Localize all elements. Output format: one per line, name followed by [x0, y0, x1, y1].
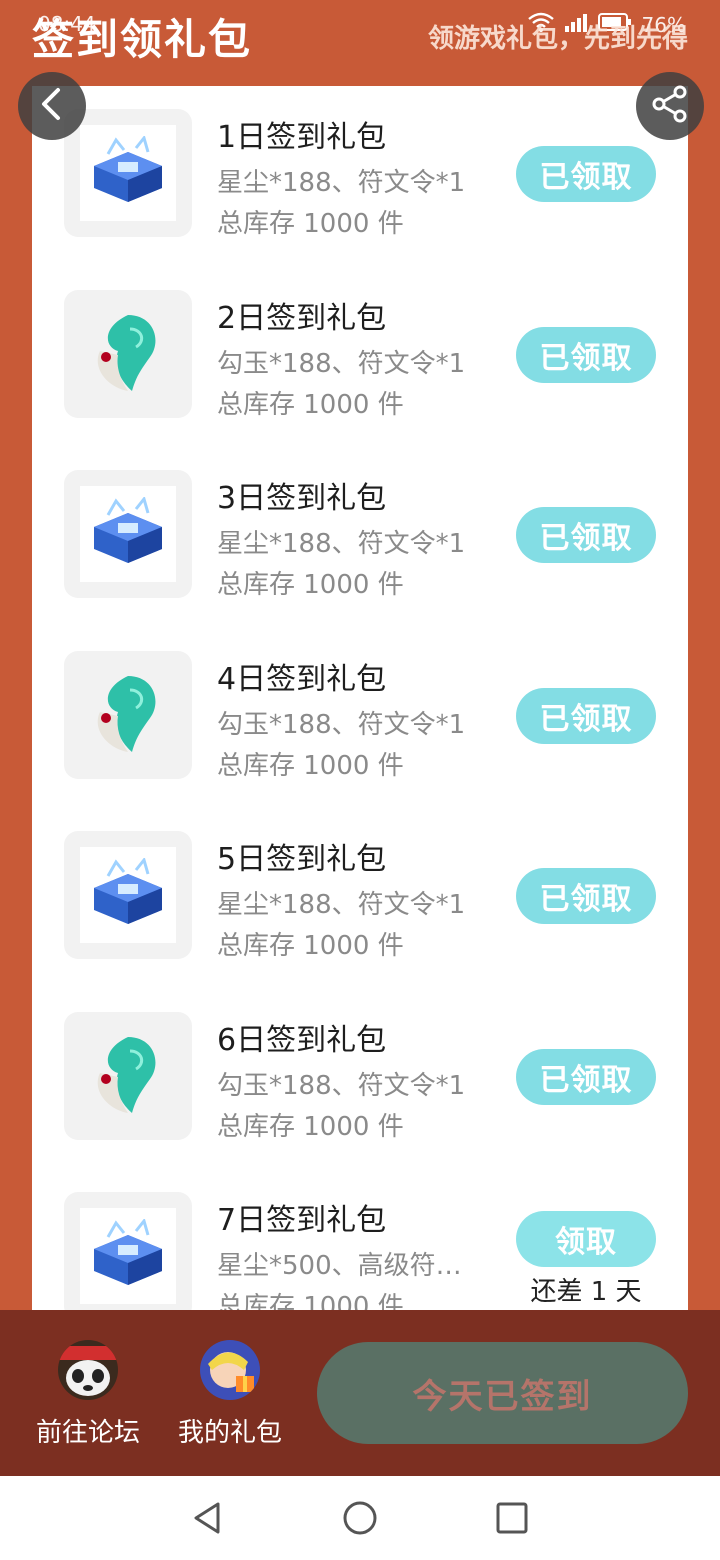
gift-item-day-4: 4日签到礼包 勾玉*188、符文令*1 总库存 1000 件 已领取 [32, 628, 688, 781]
nav-home-icon[interactable] [340, 1498, 380, 1538]
gift-stock: 总库存 1000 件 [217, 1292, 404, 1310]
gift-thumbnail [64, 1192, 192, 1310]
my-gifts-link[interactable]: 我的礼包 [170, 1340, 290, 1449]
claimed-button[interactable]: 已领取 [516, 868, 656, 924]
gift-name: 7日签到礼包 [217, 1203, 387, 1238]
gift-name: 5日签到礼包 [217, 842, 387, 877]
gift-desc: 勾玉*188、符文令*1 [217, 710, 466, 740]
gift-thumbnail [64, 109, 192, 237]
claimed-button[interactable]: 已领取 [516, 327, 656, 383]
claimed-button[interactable]: 已领取 [516, 507, 656, 563]
gift-stock: 总库存 1000 件 [217, 1112, 404, 1142]
gift-name: 4日签到礼包 [217, 662, 387, 697]
bottom-action-bar: 前往论坛 我的礼包 今天已签到 [0, 1310, 720, 1476]
back-arrow-icon [38, 87, 66, 125]
gift-stock: 总库存 1000 件 [217, 390, 404, 420]
page-subtitle: 领游戏礼包，先到先得 [427, 24, 688, 54]
claim-button[interactable]: 领取 [516, 1211, 656, 1267]
gift-thumbnail [64, 290, 192, 418]
gift-desc: 星尘*500、高级符… [217, 1251, 462, 1281]
gift-item-day-6: 6日签到礼包 勾玉*188、符文令*1 总库存 1000 件 已领取 [32, 989, 688, 1142]
back-button[interactable] [18, 72, 86, 140]
days-remaining-note: 还差 1 天 [530, 1277, 642, 1307]
gift-name: 2日签到礼包 [217, 301, 387, 336]
gift-list-panel[interactable]: 1日签到礼包 星尘*188、符文令*1 总库存 1000 件 已领取 2日签到礼… [32, 86, 688, 1310]
gift-thumbnail [64, 651, 192, 779]
gift-thumbnail [64, 1012, 192, 1140]
gift-stock: 总库存 1000 件 [217, 931, 404, 961]
gift-name: 1日签到礼包 [217, 120, 387, 155]
signed-in-today-button[interactable]: 今天已签到 [317, 1342, 688, 1444]
blue-chest-icon [86, 1217, 170, 1293]
jade-magatama-icon [88, 307, 168, 401]
share-button[interactable] [636, 72, 704, 140]
gift-name: 3日签到礼包 [217, 481, 387, 516]
jade-magatama-icon [88, 1029, 168, 1123]
gift-thumbnail [64, 470, 192, 598]
claimed-button[interactable]: 已领取 [516, 146, 656, 202]
share-icon [650, 84, 690, 128]
gift-desc: 勾玉*188、符文令*1 [217, 349, 466, 379]
blue-chest-icon [86, 856, 170, 932]
page-title: 签到领礼包 [32, 15, 253, 64]
gift-stock: 总库存 1000 件 [217, 209, 404, 239]
blue-chest-icon [86, 134, 170, 210]
gift-desc: 星尘*188、符文令*1 [217, 529, 466, 559]
gift-item-day-3: 3日签到礼包 星尘*188、符文令*1 总库存 1000 件 已领取 [32, 447, 688, 600]
forum-avatar-icon [58, 1340, 118, 1400]
my-gifts-label: 我的礼包 [177, 1418, 282, 1448]
gift-item-day-2: 2日签到礼包 勾玉*188、符文令*1 总库存 1000 件 已领取 [32, 267, 688, 420]
gift-desc: 星尘*188、符文令*1 [217, 168, 466, 198]
system-nav-bar [0, 1476, 720, 1560]
nav-recents-icon[interactable] [492, 1498, 532, 1538]
gift-stock: 总库存 1000 件 [217, 570, 404, 600]
claimed-button[interactable]: 已领取 [516, 1049, 656, 1105]
gift-stock: 总库存 1000 件 [217, 751, 404, 781]
blue-chest-icon [86, 495, 170, 571]
my-gifts-avatar-icon [200, 1340, 260, 1400]
forum-link[interactable]: 前往论坛 [28, 1340, 148, 1449]
gift-name: 6日签到礼包 [217, 1023, 387, 1058]
jade-magatama-icon [88, 668, 168, 762]
gift-desc: 勾玉*188、符文令*1 [217, 1071, 466, 1101]
gift-item-day-7: 7日签到礼包 星尘*500、高级符… 总库存 1000 件 领取 还差 1 天 [32, 1169, 688, 1310]
gift-item-day-5: 5日签到礼包 星尘*188、符文令*1 总库存 1000 件 已领取 [32, 808, 688, 961]
gift-desc: 星尘*188、符文令*1 [217, 890, 466, 920]
claimed-button[interactable]: 已领取 [516, 688, 656, 744]
gift-item-day-1: 1日签到礼包 星尘*188、符文令*1 总库存 1000 件 已领取 [32, 86, 688, 239]
nav-back-icon[interactable] [188, 1498, 228, 1538]
gift-thumbnail [64, 831, 192, 959]
forum-label: 前往论坛 [35, 1418, 140, 1448]
